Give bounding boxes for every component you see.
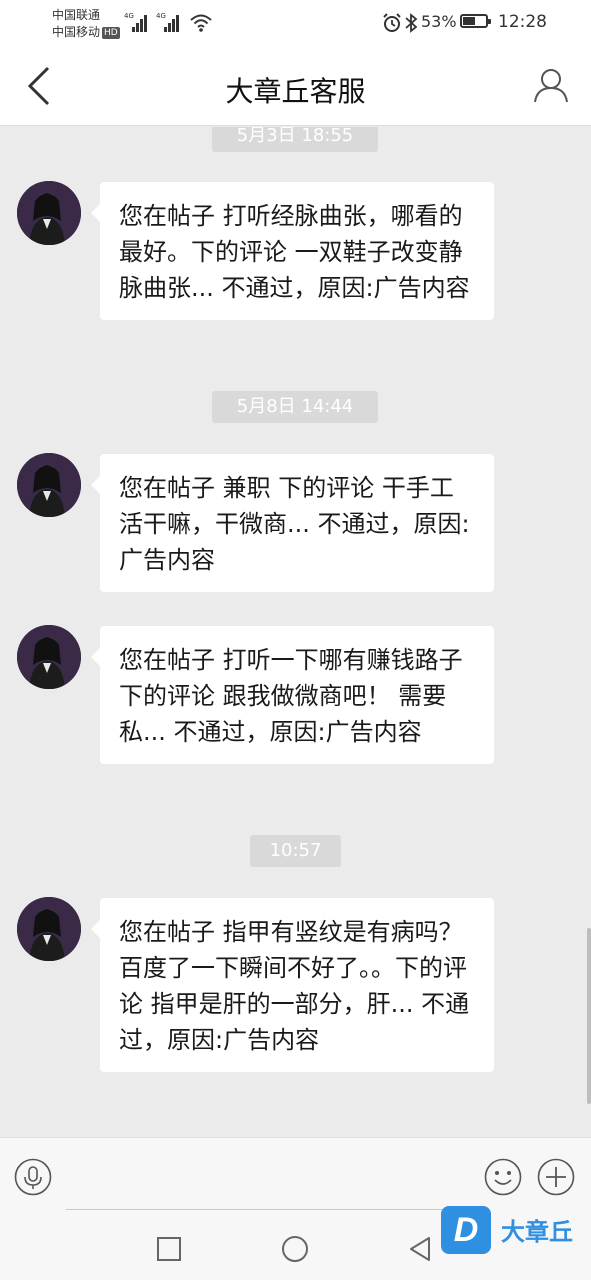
recent-apps-button[interactable] xyxy=(154,1234,184,1264)
emoji-button[interactable] xyxy=(484,1158,522,1196)
avatar[interactable] xyxy=(17,453,81,517)
triangle-back-icon xyxy=(410,1237,430,1261)
message-bubble: 您在帖子 打听一下哪有赚钱路子 下的评论 跟我做微商吧！ 需要私... 不通过，… xyxy=(91,626,494,764)
microphone-icon xyxy=(14,1158,52,1196)
message-input[interactable] xyxy=(66,1158,466,1210)
avatar[interactable] xyxy=(17,181,81,245)
alarm-icon xyxy=(382,13,402,37)
carrier-label-2: 中国移动 HD xyxy=(52,25,120,39)
watermark-logo: D xyxy=(441,1206,491,1254)
avatar[interactable] xyxy=(17,897,81,961)
more-button[interactable] xyxy=(537,1158,575,1196)
home-button[interactable] xyxy=(280,1234,310,1264)
message-bubble: 您在帖子 指甲有竖纹是有病吗？百度了一下瞬间不好了。。下的评论 指甲是肝的一部分… xyxy=(91,898,494,1072)
bluetooth-icon xyxy=(404,13,418,37)
square-icon xyxy=(157,1237,181,1261)
profile-button[interactable] xyxy=(531,64,571,108)
scrollbar[interactable] xyxy=(587,928,591,1104)
smiley-icon xyxy=(484,1158,522,1196)
network-type-2: 4G xyxy=(156,12,166,20)
timestamp: 5月8日 14:44 xyxy=(212,391,378,423)
wifi-icon xyxy=(190,14,212,32)
battery-fill xyxy=(463,17,475,25)
watermark-text: 大章丘 xyxy=(501,1218,573,1246)
carrier-label-2-text: 中国移动 xyxy=(52,25,101,39)
system-back-button[interactable] xyxy=(405,1234,435,1264)
watermark: D 大章丘 xyxy=(441,1202,591,1262)
circle-icon xyxy=(282,1236,308,1262)
message-list[interactable]: 5月3日 18:55 您在帖子 打听经脉曲张，哪看的最好。下的评论 一双鞋子改变… xyxy=(0,127,591,1137)
message-bubble: 您在帖子 打听经脉曲张，哪看的最好。下的评论 一双鞋子改变静脉曲张... 不通过… xyxy=(91,182,494,320)
chat-header: 大章丘客服 xyxy=(0,46,591,126)
person-icon xyxy=(534,69,568,103)
network-type-1: 4G xyxy=(124,12,134,20)
battery-percent: 53% xyxy=(421,12,457,31)
voice-button[interactable] xyxy=(14,1158,52,1196)
timestamp: 10:57 xyxy=(250,835,341,867)
battery-icon xyxy=(460,14,491,28)
avatar[interactable] xyxy=(17,625,81,689)
hd-badge: HD xyxy=(102,27,120,39)
clock: 12:28 xyxy=(498,12,547,32)
plus-circle-icon xyxy=(537,1158,575,1196)
timestamp: 5月3日 18:55 xyxy=(212,127,378,152)
status-bar: 中国联通 中国移动 HD 4G 4G 53% 12:28 xyxy=(0,0,591,46)
carrier-label-1: 中国联通 xyxy=(52,8,101,22)
message-bubble: 您在帖子 兼职 下的评论 干手工活干嘛，干微商... 不通过，原因:广告内容 xyxy=(91,454,494,592)
page-title: 大章丘客服 xyxy=(225,75,366,108)
